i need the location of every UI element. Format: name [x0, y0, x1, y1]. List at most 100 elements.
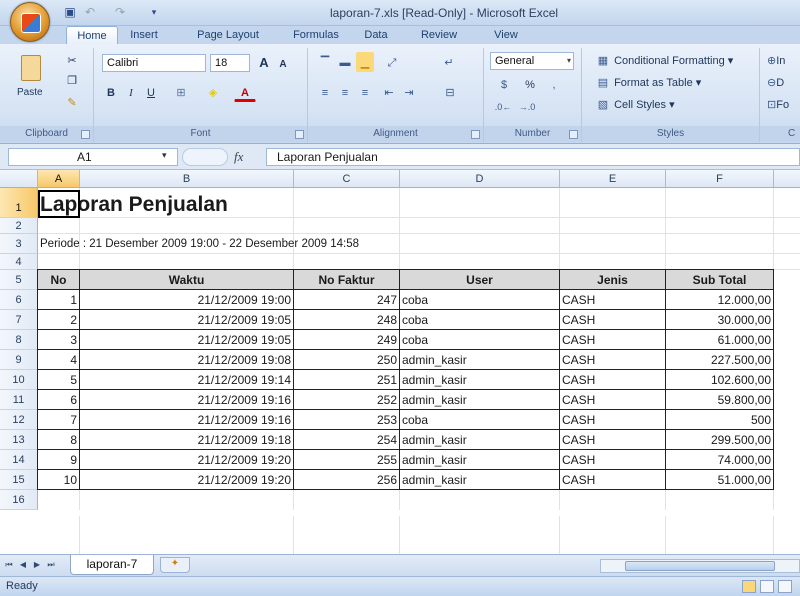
cell-waktu[interactable]: 21/12/2009 19:14: [80, 370, 294, 390]
insert-function-button[interactable]: fx: [234, 148, 264, 166]
decrease-indent-icon[interactable]: ⇤: [380, 82, 398, 102]
cell-no[interactable]: 6: [38, 390, 80, 410]
header-no[interactable]: No: [38, 270, 80, 290]
save-icon[interactable]: ▣: [62, 4, 78, 20]
cell-jenis[interactable]: CASH: [560, 390, 666, 410]
borders-icon[interactable]: ⊞: [170, 82, 192, 102]
bold-button[interactable]: B: [102, 82, 120, 102]
cell-sub-total[interactable]: 500: [666, 410, 774, 430]
page-layout-view-icon[interactable]: [760, 580, 774, 593]
column-header-a[interactable]: A: [38, 170, 80, 188]
row-header[interactable]: 3: [0, 234, 38, 254]
cell-sub-total[interactable]: 51.000,00: [666, 470, 774, 490]
decrease-decimal-icon[interactable]: →.0: [516, 96, 538, 116]
cell-no-faktur[interactable]: 248: [294, 310, 400, 330]
row-header[interactable]: 12: [0, 410, 38, 430]
cell-sub-total[interactable]: 59.800,00: [666, 390, 774, 410]
align-left-icon[interactable]: ≡: [316, 82, 334, 102]
cell-waktu[interactable]: 21/12/2009 19:18: [80, 430, 294, 450]
cell-user[interactable]: coba: [400, 290, 560, 310]
normal-view-icon[interactable]: [742, 580, 756, 593]
cell-user[interactable]: admin_kasir: [400, 470, 560, 490]
cell-no[interactable]: 2: [38, 310, 80, 330]
cell-no[interactable]: 4: [38, 350, 80, 370]
cell-styles-button[interactable]: ▧ Cell Styles ▾: [594, 94, 744, 114]
formula-input[interactable]: Laporan Penjualan: [266, 148, 800, 166]
cell-user[interactable]: admin_kasir: [400, 430, 560, 450]
align-center-icon[interactable]: ≡: [336, 82, 354, 102]
column-header-b[interactable]: B: [80, 170, 294, 188]
cell-no-faktur[interactable]: 252: [294, 390, 400, 410]
tab-review[interactable]: Review: [414, 26, 464, 44]
row-header[interactable]: 9: [0, 350, 38, 370]
page-break-view-icon[interactable]: [778, 580, 792, 593]
format-as-table-button[interactable]: ▤ Format as Table ▾: [594, 72, 744, 92]
cell-no[interactable]: 9: [38, 450, 80, 470]
cell-jenis[interactable]: CASH: [560, 350, 666, 370]
column-header-g[interactable]: [774, 170, 800, 188]
cell-no-faktur[interactable]: 250: [294, 350, 400, 370]
cell-waktu[interactable]: 21/12/2009 19:08: [80, 350, 294, 370]
cell-waktu[interactable]: 21/12/2009 19:05: [80, 330, 294, 350]
cut-icon[interactable]: ✂: [62, 50, 82, 70]
row-header[interactable]: 4: [0, 254, 38, 270]
cell-user[interactable]: coba: [400, 310, 560, 330]
column-header-e[interactable]: E: [560, 170, 666, 188]
customize-qat-icon[interactable]: ▾: [146, 4, 162, 20]
row-header[interactable]: 11: [0, 390, 38, 410]
column-header-f[interactable]: F: [666, 170, 774, 188]
cell-jenis[interactable]: CASH: [560, 430, 666, 450]
format-cells-button[interactable]: ⊡Fo: [766, 94, 800, 114]
cell-sub-total[interactable]: 74.000,00: [666, 450, 774, 470]
tab-view[interactable]: View: [486, 26, 526, 44]
align-bottom-icon[interactable]: ▁: [356, 52, 374, 72]
name-box-dropdown-icon[interactable]: ▾: [162, 150, 167, 161]
align-right-icon[interactable]: ≡: [356, 82, 374, 102]
header-user[interactable]: User: [400, 270, 560, 290]
cell-jenis[interactable]: CASH: [560, 470, 666, 490]
cell-no-faktur[interactable]: 255: [294, 450, 400, 470]
currency-icon[interactable]: $: [492, 74, 516, 94]
tab-page-layout[interactable]: Page Layout: [190, 26, 266, 44]
header-waktu[interactable]: Waktu: [80, 270, 294, 290]
wrap-text-icon[interactable]: ↵: [438, 52, 460, 72]
select-all-corner[interactable]: [0, 170, 38, 188]
cell-user[interactable]: admin_kasir: [400, 450, 560, 470]
row-header[interactable]: 14: [0, 450, 38, 470]
horizontal-scrollbar[interactable]: [600, 559, 800, 573]
cell-jenis[interactable]: CASH: [560, 290, 666, 310]
font-name-select[interactable]: Calibri: [102, 54, 206, 72]
sheet-tab-laporan-7[interactable]: laporan-7: [70, 555, 154, 575]
underline-button[interactable]: U: [142, 82, 160, 102]
row-header[interactable]: 7: [0, 310, 38, 330]
clipboard-launcher-icon[interactable]: [81, 130, 90, 139]
align-top-icon[interactable]: ▔: [316, 52, 334, 72]
cell-waktu[interactable]: 21/12/2009 19:16: [80, 390, 294, 410]
cell-sub-total[interactable]: 61.000,00: [666, 330, 774, 350]
header-sub-total[interactable]: Sub Total: [666, 270, 774, 290]
fill-color-icon[interactable]: ◈: [202, 82, 224, 102]
merge-center-icon[interactable]: ⊟: [438, 82, 462, 102]
font-size-select[interactable]: 18: [210, 54, 250, 72]
cell-no[interactable]: 10: [38, 470, 80, 490]
cell-jenis[interactable]: CASH: [560, 410, 666, 430]
cell-user[interactable]: admin_kasir: [400, 350, 560, 370]
cell-user[interactable]: admin_kasir: [400, 370, 560, 390]
cell-waktu[interactable]: 21/12/2009 19:20: [80, 450, 294, 470]
last-sheet-icon[interactable]: ⏭: [46, 559, 56, 571]
row-header[interactable]: 2: [0, 218, 38, 234]
cell-sub-total[interactable]: 12.000,00: [666, 290, 774, 310]
cell-user[interactable]: admin_kasir: [400, 390, 560, 410]
cell-no-faktur[interactable]: 256: [294, 470, 400, 490]
tab-formulas[interactable]: Formulas: [286, 26, 346, 44]
alignment-launcher-icon[interactable]: [471, 130, 480, 139]
cell-waktu[interactable]: 21/12/2009 19:05: [80, 310, 294, 330]
header-no-faktur[interactable]: No Faktur: [294, 270, 400, 290]
header-jenis[interactable]: Jenis: [560, 270, 666, 290]
cell-waktu[interactable]: 21/12/2009 19:20: [80, 470, 294, 490]
number-format-select[interactable]: General ▾: [490, 52, 574, 70]
cell-no-faktur[interactable]: 247: [294, 290, 400, 310]
row-header[interactable]: 10: [0, 370, 38, 390]
office-button[interactable]: [10, 2, 50, 42]
cell-no[interactable]: 7: [38, 410, 80, 430]
